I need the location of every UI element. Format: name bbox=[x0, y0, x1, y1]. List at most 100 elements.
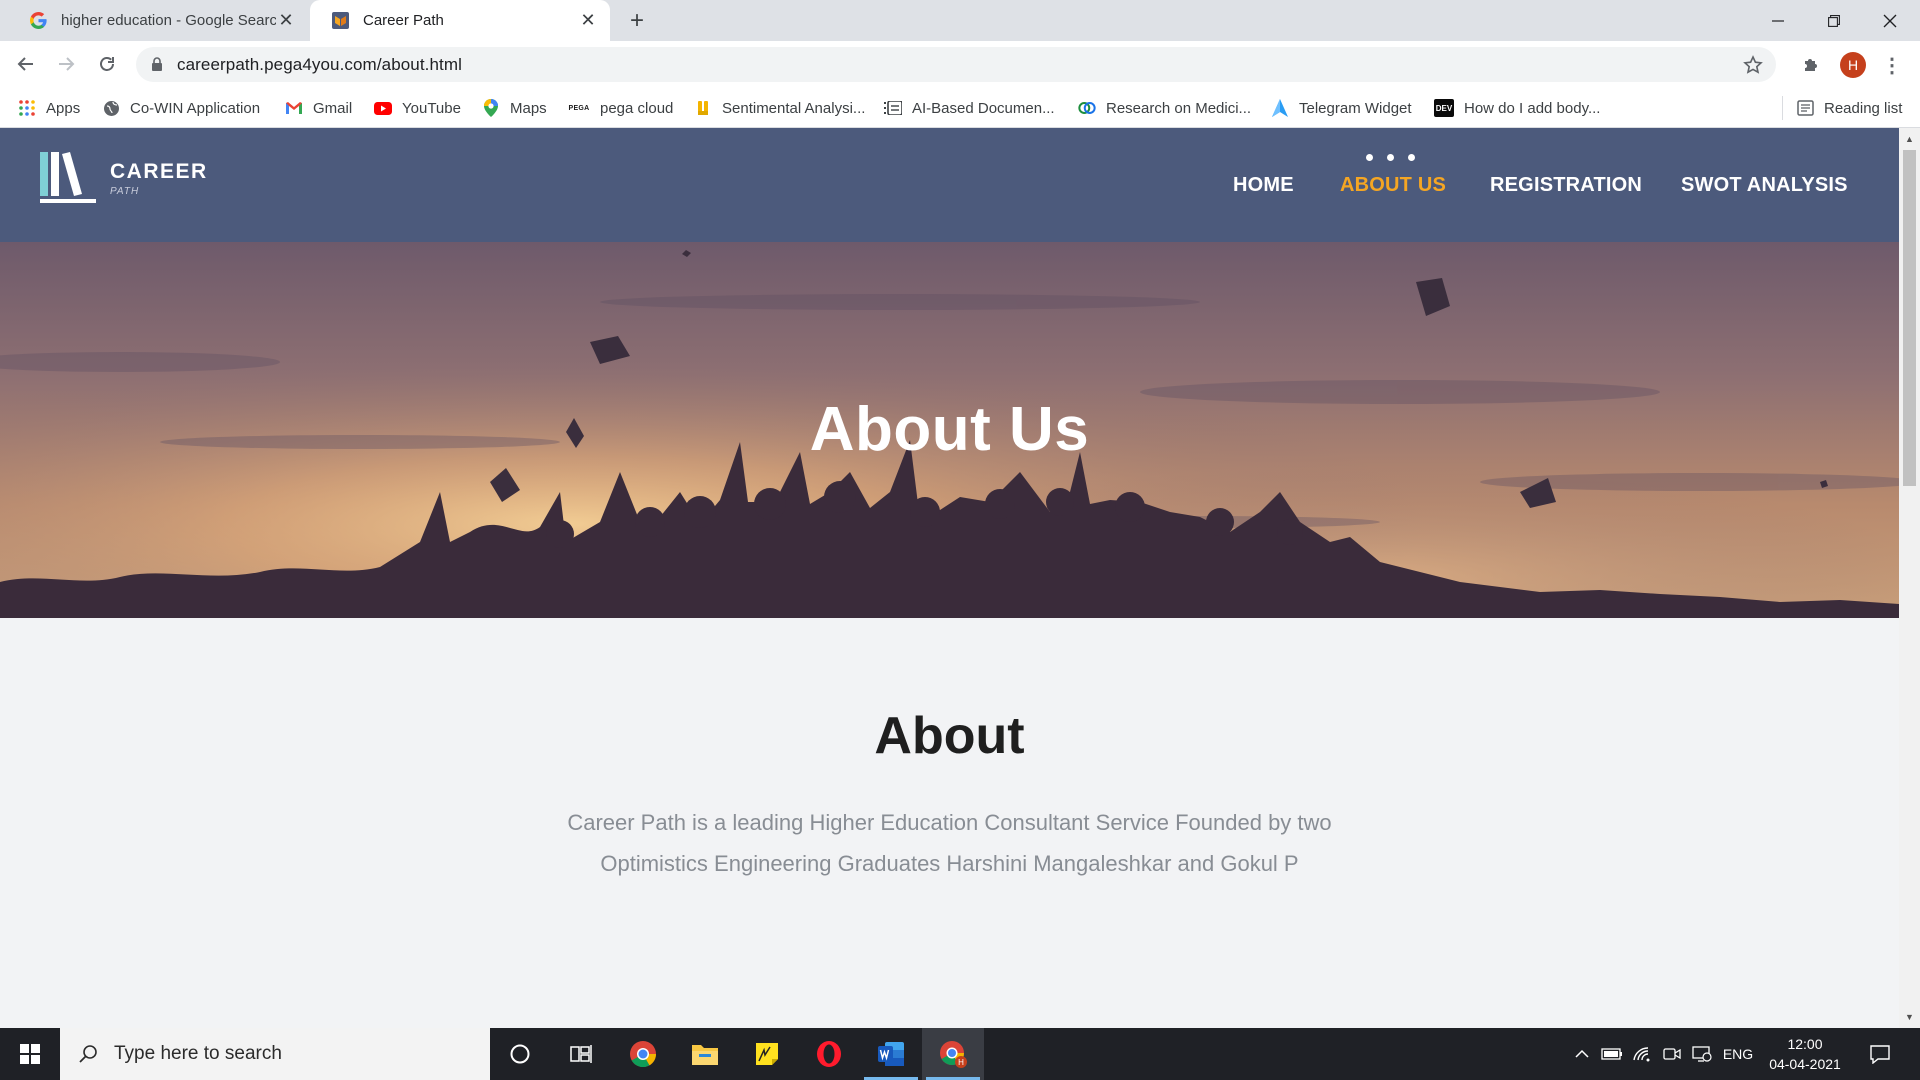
profile-avatar[interactable]: H bbox=[1840, 52, 1866, 78]
google-icon bbox=[30, 12, 47, 29]
reading-list-icon bbox=[1796, 99, 1814, 117]
site-header: CAREER PATH HOME ABOUT US REGISTRATION S… bbox=[0, 128, 1899, 242]
extensions-puzzle-icon[interactable] bbox=[1797, 51, 1825, 79]
bookmark-label: How do I add body... bbox=[1464, 99, 1601, 117]
wifi-icon[interactable] bbox=[1628, 1028, 1656, 1080]
bookmark-label: Sentimental Analysi... bbox=[722, 99, 866, 117]
nav-home[interactable]: HOME bbox=[1233, 174, 1294, 197]
bookmarks-bar: Apps Co-WIN Application Gmail YouTube Ma… bbox=[0, 88, 1920, 128]
youtube-icon bbox=[374, 99, 392, 117]
about-section: About Career Path is a leading Higher Ed… bbox=[0, 618, 1899, 1028]
bookmark-label: AI-Based Documen... bbox=[912, 99, 1055, 117]
pega-icon: PEGA bbox=[568, 104, 590, 112]
apps-grid-icon bbox=[18, 99, 36, 117]
bookmark-label: Maps bbox=[510, 99, 547, 117]
globe-icon bbox=[102, 99, 120, 117]
scroll-up-arrow-icon[interactable]: ▲ bbox=[1899, 130, 1920, 148]
address-bar[interactable]: careerpath.pega4you.com/about.html bbox=[136, 47, 1776, 82]
tab-title: Career Path bbox=[363, 12, 444, 29]
scrollbar-thumb[interactable] bbox=[1903, 150, 1916, 486]
browser-menu-icon[interactable]: ⋮ bbox=[1880, 53, 1904, 77]
telegram-icon bbox=[1271, 99, 1289, 117]
career-path-favicon-icon bbox=[332, 12, 349, 29]
page-scrollbar[interactable]: ▲ ▼ bbox=[1899, 128, 1920, 1028]
clock-date: 04-04-2021 bbox=[1769, 1056, 1841, 1072]
bookmark-sentimental[interactable]: Sentimental Analysi... bbox=[694, 88, 865, 128]
bookmark-label: Research on Medici... bbox=[1106, 99, 1252, 117]
list-icon bbox=[884, 99, 902, 117]
chrome-profile-taskbar-icon[interactable]: H bbox=[922, 1028, 984, 1080]
reload-icon[interactable] bbox=[91, 48, 123, 80]
books-logo-icon bbox=[40, 152, 96, 203]
bookmark-star-icon[interactable] bbox=[1742, 54, 1764, 76]
restore-window-icon[interactable] bbox=[1806, 0, 1862, 41]
sticky-notes-icon[interactable] bbox=[736, 1028, 798, 1080]
about-heading: About bbox=[874, 707, 1025, 765]
display-projection-icon[interactable] bbox=[1688, 1028, 1716, 1080]
hero-banner: About Us bbox=[0, 242, 1899, 618]
bookmark-research-medicine[interactable]: Research on Medici... bbox=[1078, 88, 1251, 128]
close-tab-icon[interactable]: ✕ bbox=[276, 10, 296, 31]
bookmark-gmail[interactable]: Gmail bbox=[285, 88, 352, 128]
bookmark-pega-cloud[interactable]: PEGA pega cloud bbox=[568, 88, 673, 128]
tab-google-search[interactable]: higher education - Google Search ✕ bbox=[8, 0, 308, 41]
reading-list-button[interactable]: Reading list bbox=[1796, 88, 1902, 128]
task-view-icon[interactable] bbox=[550, 1028, 612, 1080]
nav-about-us[interactable]: ABOUT US bbox=[1340, 174, 1446, 197]
bookmark-label: Telegram Widget bbox=[1299, 99, 1412, 117]
ring-logo-icon bbox=[1078, 99, 1096, 117]
windows-logo-icon bbox=[20, 1044, 40, 1064]
show-hidden-icons-chevron-icon[interactable] bbox=[1568, 1028, 1596, 1080]
about-description: Career Path is a leading Higher Educatio… bbox=[567, 810, 1332, 876]
bookmark-maps[interactable]: Maps bbox=[482, 88, 547, 128]
bookmark-label: Gmail bbox=[313, 99, 353, 117]
logo-title: CAREER bbox=[110, 159, 208, 183]
bookmark-how-add-body[interactable]: DEV How do I add body... bbox=[1434, 88, 1600, 128]
new-tab-plus-icon[interactable]: + bbox=[624, 7, 650, 34]
language-label: ENG bbox=[1722, 1046, 1754, 1062]
bookmark-label: Apps bbox=[46, 99, 81, 117]
active-nav-indicator-dots bbox=[1366, 154, 1415, 161]
scroll-down-arrow-icon[interactable]: ▼ bbox=[1899, 1008, 1920, 1026]
close-window-icon[interactable] bbox=[1862, 0, 1918, 41]
close-tab-icon[interactable]: ✕ bbox=[578, 10, 598, 31]
search-icon bbox=[76, 1042, 100, 1066]
back-arrow-icon[interactable] bbox=[10, 48, 42, 80]
tab-strip: higher education - Google Search ✕ Caree… bbox=[0, 0, 1920, 41]
url-text[interactable]: careerpath.pega4you.com/about.html bbox=[177, 55, 462, 75]
cortana-icon[interactable] bbox=[489, 1028, 551, 1080]
logo-subtitle: PATH bbox=[110, 185, 140, 197]
taskbar-clock[interactable]: 12:00 04-04-2021 bbox=[1760, 1034, 1850, 1074]
bookmark-cowin[interactable]: Co-WIN Application bbox=[102, 88, 260, 128]
file-explorer-icon[interactable] bbox=[674, 1028, 736, 1080]
chrome-taskbar-icon[interactable] bbox=[612, 1028, 674, 1080]
word-icon[interactable] bbox=[860, 1028, 922, 1080]
start-button[interactable] bbox=[0, 1028, 60, 1080]
gmail-icon bbox=[285, 99, 303, 117]
bookmarks-separator bbox=[1782, 96, 1783, 120]
tab-title: higher education - Google Search bbox=[61, 12, 276, 29]
bookmark-youtube[interactable]: YouTube bbox=[374, 88, 461, 128]
bookmark-telegram-widget[interactable]: Telegram Widget bbox=[1271, 88, 1412, 128]
input-language-indicator[interactable]: ENG bbox=[1718, 1028, 1758, 1080]
taskbar-search-box[interactable]: Type here to search bbox=[60, 1028, 490, 1080]
minimize-window-icon[interactable] bbox=[1750, 0, 1806, 41]
site-logo[interactable]: CAREER PATH bbox=[40, 152, 208, 204]
tab-career-path[interactable]: Career Path ✕ bbox=[310, 0, 610, 41]
opera-icon[interactable] bbox=[798, 1028, 860, 1080]
battery-icon[interactable] bbox=[1598, 1028, 1626, 1080]
nav-registration[interactable]: REGISTRATION bbox=[1490, 174, 1642, 197]
lock-icon[interactable] bbox=[150, 57, 164, 73]
forward-arrow-icon[interactable] bbox=[50, 48, 82, 80]
bookmark-app-icon bbox=[694, 99, 712, 117]
search-placeholder: Type here to search bbox=[114, 1043, 282, 1064]
svg-text:H: H bbox=[958, 1058, 964, 1067]
meet-now-icon[interactable] bbox=[1658, 1028, 1686, 1080]
browser-toolbar: careerpath.pega4you.com/about.html H ⋮ bbox=[0, 41, 1920, 88]
windows-taskbar: Type here to search H ENG 12:00 04-04-20… bbox=[0, 1028, 1920, 1080]
bookmark-ai-document[interactable]: AI-Based Documen... bbox=[884, 88, 1055, 128]
nav-swot-analysis[interactable]: SWOT ANALYSIS bbox=[1681, 174, 1848, 197]
hero-title: About Us bbox=[809, 395, 1090, 464]
bookmark-apps[interactable]: Apps bbox=[18, 88, 80, 128]
notifications-icon[interactable] bbox=[1862, 1028, 1898, 1080]
